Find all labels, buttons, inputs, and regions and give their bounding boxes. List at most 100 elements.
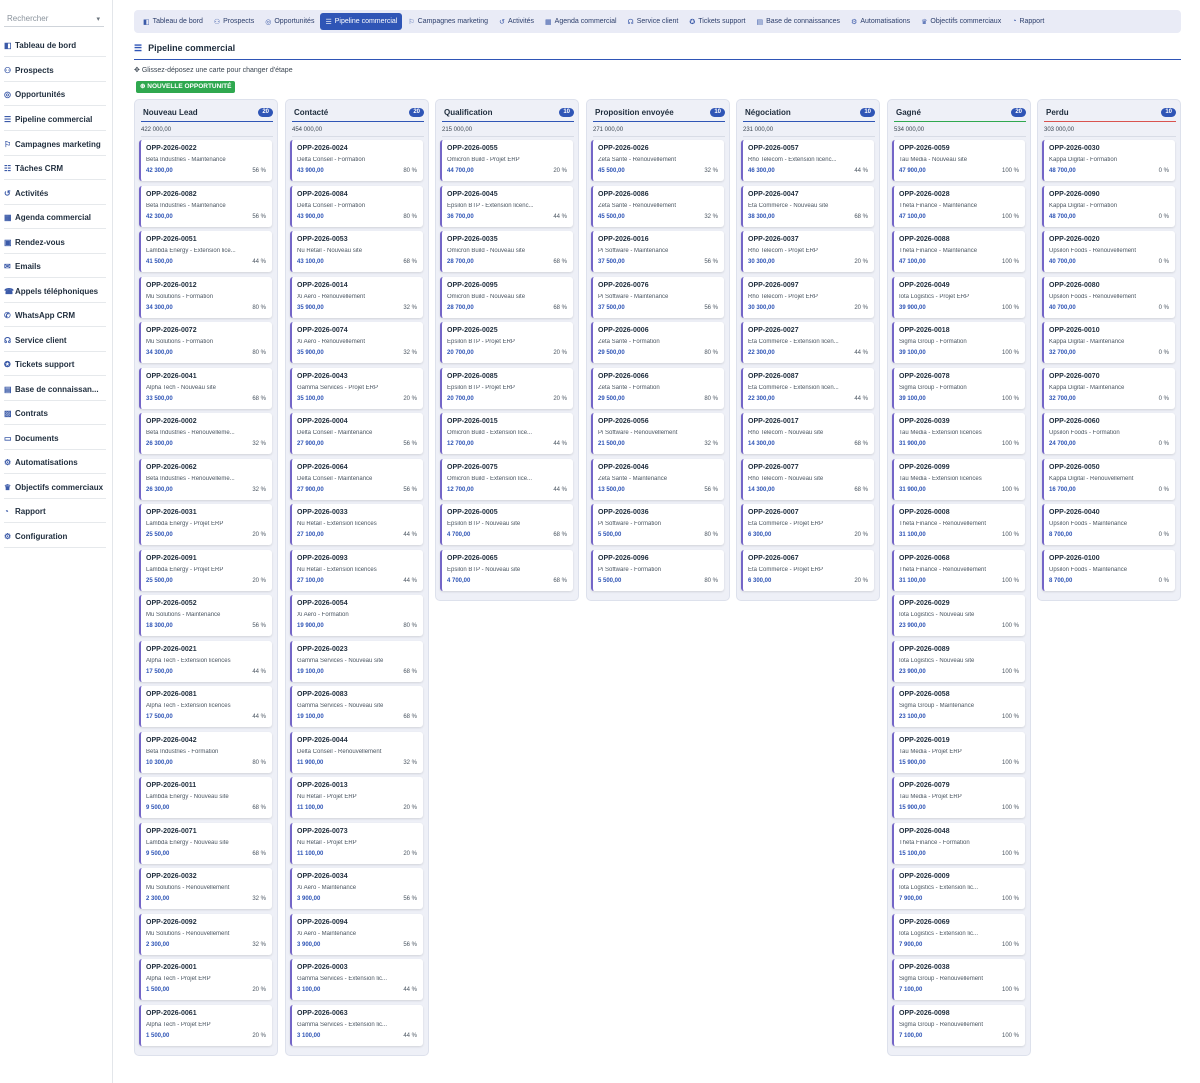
opportunity-card[interactable]: OPP-2026-0046 Zeta Santé - Maintenance 13 … (591, 458, 724, 500)
opportunity-card[interactable]: OPP-2026-0099 Tau Media - Extension licen… (892, 458, 1025, 500)
opportunity-card[interactable]: OPP-2026-0097 Rho Telecom - Projet ERP 30 … (741, 276, 874, 318)
opportunity-card[interactable]: OPP-2026-0071 Lambda Energy - Nouveau sit… (139, 822, 272, 864)
opportunity-card[interactable]: OPP-2026-0086 Zeta Santé - Renouvellement… (591, 185, 724, 227)
opportunity-card[interactable]: OPP-2026-0081 Alpha Tech - Extension lice… (139, 686, 272, 727)
opportunity-card[interactable]: OPP-2026-0043 Gamma Services - Projet ERP… (290, 367, 423, 409)
opportunity-card[interactable]: OPP-2026-0002 Beta Industries - Renouvell… (139, 413, 272, 454)
tab-campagnes-marketing[interactable]: ⚐ Campagnes marketing (403, 13, 493, 30)
opportunity-card[interactable]: OPP-2026-0013 Nu Retail - Projet ERP 11 10… (290, 777, 423, 818)
opportunity-card[interactable]: OPP-2026-0065 Epsilon BTP - Nouveau site 4… (440, 549, 573, 591)
opportunity-card[interactable]: OPP-2026-0003 Gamma Services - Extension … (290, 959, 423, 1000)
sidebar-item-tableau-de-bord[interactable]: ◧ Tableau de bord (4, 35, 106, 57)
sidebar-item-pipeline-commercial[interactable]: ☰ Pipeline commercial (4, 109, 106, 131)
opportunity-card[interactable]: OPP-2026-0088 Theta Finance - Maintenance… (892, 231, 1025, 272)
tab-objectifs-commerciaux[interactable]: ♛ Objectifs commerciaux (916, 13, 1006, 30)
sidebar-item-opportunites[interactable]: ◎ Opportunités (4, 84, 106, 106)
opportunity-card[interactable]: OPP-2026-0022 Beta Industries - Maintenan… (139, 140, 272, 181)
opportunity-card[interactable]: OPP-2026-0084 Delta Conseil - Formation 43… (290, 185, 423, 227)
new-opportunity-button[interactable]: ⊕ NOUVELLE OPPORTUNITÉ (136, 81, 236, 93)
sidebar-item-rendez-vous[interactable]: ▣ Rendez-vous (4, 232, 106, 254)
opportunity-card[interactable]: OPP-2026-0075 Omicron Build - Extension l… (440, 458, 573, 500)
opportunity-card[interactable]: OPP-2026-0050 Kappa Digital - Renouvellem… (1042, 458, 1175, 500)
opportunity-card[interactable]: OPP-2026-0017 Rho Telecom - Nouveau site 1… (741, 413, 874, 454)
opportunity-card[interactable]: OPP-2026-0090 Kappa Digital - Formation 48… (1042, 185, 1175, 227)
sidebar-item-whatsapp-crm[interactable]: ✆ WhatsApp CRM (4, 305, 106, 327)
sidebar-item-rapport[interactable]: ◔ Rapport (4, 501, 106, 523)
opportunity-card[interactable]: OPP-2026-0027 Eta Commerce - Extension li… (741, 322, 874, 363)
opportunity-card[interactable]: OPP-2026-0053 Nu Retail - Nouveau site 43 … (290, 231, 423, 272)
opportunity-card[interactable]: OPP-2026-0058 Sigma Group - Maintenance 23… (892, 686, 1025, 727)
opportunity-card[interactable]: OPP-2026-0085 Epsilon BTP - Projet ERP 20 … (440, 367, 573, 409)
opportunity-card[interactable]: OPP-2026-0042 Beta Industries - Formation… (139, 731, 272, 773)
opportunity-card[interactable]: OPP-2026-0021 Alpha Tech - Extension lice… (139, 640, 272, 682)
opportunity-card[interactable]: OPP-2026-0049 Iota Logistics - Projet ERP… (892, 276, 1025, 318)
opportunity-card[interactable]: OPP-2026-0095 Omicron Build - Nouveau sit… (440, 276, 573, 318)
opportunity-card[interactable]: OPP-2026-0035 Omicron Build - Nouveau sit… (440, 231, 573, 272)
opportunity-card[interactable]: OPP-2026-0055 Omicron Build - Projet ERP 4… (440, 140, 573, 181)
opportunity-card[interactable]: OPP-2026-0025 Epsilon BTP - Projet ERP 20 … (440, 322, 573, 363)
tab-prospects[interactable]: ⚇ Prospects (209, 13, 259, 30)
opportunity-card[interactable]: OPP-2026-0005 Epsilon BTP - Nouveau site 4… (440, 504, 573, 545)
tab-rapport[interactable]: ◔ Rapport (1007, 13, 1049, 30)
tab-pipeline-commercial[interactable]: ☰ Pipeline commercial (320, 13, 403, 30)
opportunity-card[interactable]: OPP-2026-0014 Xi Aero - Renouvellement 35 … (290, 276, 423, 318)
opportunity-card[interactable]: OPP-2026-0033 Nu Retail - Extension licen… (290, 504, 423, 545)
opportunity-card[interactable]: OPP-2026-0039 Tau Media - Extension licen… (892, 413, 1025, 454)
opportunity-card[interactable]: OPP-2026-0078 Sigma Group - Formation 39 1… (892, 367, 1025, 409)
sidebar-item-emails[interactable]: ✉ Emails (4, 256, 106, 278)
opportunity-card[interactable]: OPP-2026-0079 Tau Media - Projet ERP 15 90… (892, 777, 1025, 818)
opportunity-card[interactable]: OPP-2026-0064 Delta Conseil - Maintenance… (290, 458, 423, 500)
opportunity-card[interactable]: OPP-2026-0030 Kappa Digital - Formation 48… (1042, 140, 1175, 181)
opportunity-card[interactable]: OPP-2026-0037 Rho Telecom - Projet ERP 30 … (741, 231, 874, 272)
opportunity-card[interactable]: OPP-2026-0091 Lambda Energy - Projet ERP 2… (139, 549, 272, 591)
opportunity-card[interactable]: OPP-2026-0007 Eta Commerce - Projet ERP 6 … (741, 504, 874, 545)
opportunity-card[interactable]: OPP-2026-0072 Mu Solutions - Formation 34 … (139, 322, 272, 363)
opportunity-card[interactable]: OPP-2026-0052 Mu Solutions - Maintenance 1… (139, 595, 272, 636)
opportunity-card[interactable]: OPP-2026-0047 Eta Commerce - Nouveau site… (741, 185, 874, 227)
opportunity-card[interactable]: OPP-2026-0087 Eta Commerce - Extension li… (741, 367, 874, 409)
opportunity-card[interactable]: OPP-2026-0057 Rho Telecom - Extension lic… (741, 140, 874, 181)
opportunity-card[interactable]: OPP-2026-0070 Kappa Digital - Maintenance… (1042, 367, 1175, 409)
opportunity-card[interactable]: OPP-2026-0056 Pi Software - Renouvellemen… (591, 413, 724, 454)
tab-opportunites[interactable]: ◎ Opportunités (260, 13, 319, 30)
opportunity-card[interactable]: OPP-2026-0059 Tau Media - Nouveau site 47 … (892, 140, 1025, 181)
opportunity-card[interactable]: OPP-2026-0029 Iota Logistics - Nouveau si… (892, 595, 1025, 636)
sidebar-item-campagnes-marketing[interactable]: ⚐ Campagnes marketing (4, 134, 106, 156)
sidebar-item-taches-crm[interactable]: ☷ Tâches CRM (4, 158, 106, 180)
tab-service-client[interactable]: ☊ Service client (623, 13, 684, 30)
tab-automatisations[interactable]: ⚙ Automatisations (846, 13, 915, 30)
opportunity-card[interactable]: OPP-2026-0051 Lambda Energy - Extension l… (139, 231, 272, 272)
opportunity-card[interactable]: OPP-2026-0023 Gamma Services - Nouveau si… (290, 640, 423, 682)
opportunity-card[interactable]: OPP-2026-0040 Upsilon Foods - Maintenance… (1042, 504, 1175, 545)
opportunity-card[interactable]: OPP-2026-0094 Xi Aero - Maintenance 3 900,… (290, 913, 423, 955)
opportunity-card[interactable]: OPP-2026-0001 Alpha Tech - Projet ERP 1 50… (139, 959, 272, 1000)
opportunity-card[interactable]: OPP-2026-0006 Zeta Santé - Formation 29 50… (591, 322, 724, 363)
tab-tickets-support[interactable]: ✪ Tickets support (684, 13, 750, 30)
sidebar-item-prospects[interactable]: ⚇ Prospects (4, 60, 106, 82)
tab-agenda-commercial[interactable]: ▦ Agenda commercial (540, 13, 622, 30)
opportunity-card[interactable]: OPP-2026-0016 Pi Software - Maintenance 37… (591, 231, 724, 272)
opportunity-card[interactable]: OPP-2026-0076 Pi Software - Maintenance 37… (591, 276, 724, 318)
opportunity-card[interactable]: OPP-2026-0011 Lambda Energy - Nouveau sit… (139, 777, 272, 818)
sidebar-item-appels-telephoniques[interactable]: ☎ Appels téléphoniques (4, 281, 106, 303)
tab-base-de-connaissances[interactable]: ▤ Base de connaissances (751, 13, 845, 30)
opportunity-card[interactable]: OPP-2026-0044 Delta Conseil - Renouvellem… (290, 731, 423, 773)
opportunity-card[interactable]: OPP-2026-0019 Tau Media - Projet ERP 15 90… (892, 731, 1025, 773)
opportunity-card[interactable]: OPP-2026-0024 Delta Conseil - Formation 43… (290, 140, 423, 181)
opportunity-card[interactable]: OPP-2026-0061 Alpha Tech - Projet ERP 1 50… (139, 1004, 272, 1046)
opportunity-card[interactable]: OPP-2026-0032 Mu Solutions - Renouvelleme… (139, 868, 272, 909)
opportunity-card[interactable]: OPP-2026-0074 Xi Aero - Renouvellement 35 … (290, 322, 423, 363)
search-input[interactable]: Rechercher ▾ (4, 12, 104, 27)
opportunity-card[interactable]: OPP-2026-0020 Upsilon Foods - Renouvellem… (1042, 231, 1175, 272)
opportunity-card[interactable]: OPP-2026-0009 Iota Logistics - Extension … (892, 868, 1025, 909)
opportunity-card[interactable]: OPP-2026-0012 Mu Solutions - Formation 34 … (139, 276, 272, 318)
opportunity-card[interactable]: OPP-2026-0069 Iota Logistics - Extension … (892, 913, 1025, 955)
opportunity-card[interactable]: OPP-2026-0048 Theta Finance - Formation 15… (892, 822, 1025, 864)
opportunity-card[interactable]: OPP-2026-0082 Beta Industries - Maintenan… (139, 185, 272, 227)
opportunity-card[interactable]: OPP-2026-0066 Zeta Santé - Formation 29 50… (591, 367, 724, 409)
sidebar-item-configuration[interactable]: ⚙ Configuration (4, 526, 106, 548)
opportunity-card[interactable]: OPP-2026-0036 Pi Software - Formation 5 50… (591, 504, 724, 545)
opportunity-card[interactable]: OPP-2026-0096 Pi Software - Formation 5 50… (591, 549, 724, 591)
opportunity-card[interactable]: OPP-2026-0068 Theta Finance - Renouvellem… (892, 549, 1025, 591)
opportunity-card[interactable]: OPP-2026-0073 Nu Retail - Projet ERP 11 10… (290, 822, 423, 864)
